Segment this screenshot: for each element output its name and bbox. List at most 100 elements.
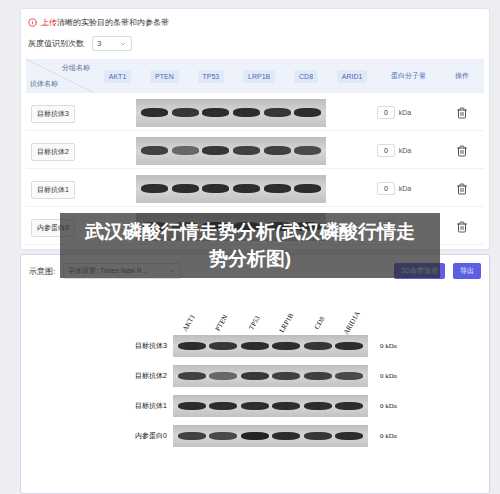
blot-band: [209, 372, 237, 380]
blot-lane: [176, 372, 208, 380]
preview-row: 目标抗体10 kDa: [117, 395, 397, 417]
blot-band: [209, 432, 237, 440]
blot-band: [272, 402, 300, 410]
blot-image: [173, 395, 368, 417]
blot-lane: [170, 108, 201, 117]
blot-band: [241, 432, 269, 440]
lane-label: LRP1B: [278, 312, 295, 334]
blot-image: [136, 99, 326, 127]
preview-panel: 示意图:字体设置: Times New R...3D条带预览导出AKT1PTEN…: [20, 254, 490, 494]
blot-image: [173, 335, 368, 357]
blot-band: [233, 108, 260, 117]
blot-lane: [271, 372, 303, 380]
trash-icon[interactable]: [456, 107, 468, 119]
blot-band: [294, 108, 321, 117]
blot-image: [136, 137, 326, 165]
blot-lane: [239, 402, 271, 410]
mass-input[interactable]: 0: [377, 106, 395, 119]
blot-band: [335, 432, 363, 440]
blot-band: [178, 372, 206, 380]
blot-band: [172, 184, 199, 193]
corner-cell: 分组名称抗体名称: [26, 59, 94, 93]
lane-header: CD8: [294, 70, 318, 83]
blot-band: [241, 372, 269, 380]
trash-icon[interactable]: [456, 221, 468, 233]
blot-lane: [176, 342, 208, 350]
blot-lane: [302, 372, 334, 380]
lane-label: TP53: [247, 314, 262, 331]
blot-lane: [176, 402, 208, 410]
blot-lane: [302, 342, 334, 350]
blot-band: [141, 146, 168, 155]
blot-lane: [231, 146, 262, 155]
lane-headers: AKT1PTENTP53LRP1BCD8ARID1: [94, 70, 376, 83]
blot-band: [141, 108, 168, 117]
preview-row-name: 目标抗体3: [117, 341, 167, 351]
blot-lane: [293, 146, 324, 155]
preview-row-name: 目标抗体1: [117, 401, 167, 411]
preview-row-name: 目标抗体2: [117, 371, 167, 381]
antibody-name[interactable]: 目标抗体1: [31, 181, 75, 199]
blot-band: [264, 184, 291, 193]
blot-band: [304, 402, 332, 410]
lane-header: LRP1B: [243, 70, 275, 83]
trash-icon[interactable]: [456, 183, 468, 195]
blot-lane: [334, 342, 366, 350]
preview-row: 目标抗体2 0 kDa: [117, 365, 397, 387]
blot-image: [136, 175, 326, 203]
blot-lane: [262, 108, 293, 117]
blot-preview: AKT1PTENTP53LRP1BCD8ARID1A目标抗体30 kDa目标抗体…: [29, 293, 481, 447]
trash-icon[interactable]: [456, 145, 468, 157]
repeat-select[interactable]: 3: [92, 36, 132, 51]
blot-lane: [176, 432, 208, 440]
blot-lane: [271, 432, 303, 440]
toolbar-button[interactable]: 导出: [453, 263, 481, 279]
mass-cell: 0kDa: [377, 144, 440, 157]
blot-lane: [139, 108, 170, 117]
lane-label: PTEN: [214, 313, 230, 332]
blot-lane: [170, 146, 201, 155]
antibody-name[interactable]: 目标抗体2: [31, 143, 75, 161]
mass-header: 蛋白分子量: [377, 71, 440, 81]
lane-header: ARID1: [337, 70, 368, 83]
lane-label: ARID1A: [342, 310, 362, 336]
blot-lane: [139, 184, 170, 193]
blot-lane: [208, 402, 240, 410]
blot-lane: [334, 402, 366, 410]
lane-header: PTEN: [150, 70, 179, 83]
blot-image: [173, 365, 368, 387]
blot-band: [141, 184, 168, 193]
antibody-name[interactable]: 目标抗体3: [31, 105, 75, 123]
lane-label: CD8: [312, 315, 326, 330]
mass-input[interactable]: 0: [377, 144, 395, 157]
preview-row: 目标抗体30 kDa: [117, 335, 397, 357]
mass-input[interactable]: 0: [377, 182, 395, 195]
action-header: 操作: [440, 71, 484, 81]
blot-band: [304, 372, 332, 380]
blot-band: [202, 184, 229, 193]
blot-band: [294, 184, 321, 193]
lane-label: AKT1: [181, 313, 197, 332]
blot-lane: [239, 342, 271, 350]
mass-cell: 0kDa: [377, 106, 440, 119]
blot-band: [202, 146, 229, 155]
blot-lane: [201, 108, 232, 117]
blot-lane: [208, 432, 240, 440]
blot-band: [233, 146, 260, 155]
blot-band: [264, 146, 291, 155]
blot-lane: [208, 372, 240, 380]
preview-lanes: AKT1PTENTP53LRP1BCD8ARID1A: [173, 293, 368, 327]
blot-band: [304, 342, 332, 350]
table-row: 目标抗体10kDa: [26, 171, 484, 207]
blot-lane: [139, 146, 170, 155]
blot-band: [335, 342, 363, 350]
blot-band: [335, 402, 363, 410]
blot-band: [178, 342, 206, 350]
blot-band: [202, 108, 229, 117]
blot-lane: [271, 402, 303, 410]
blot-band: [172, 146, 199, 155]
blot-band: [264, 108, 291, 117]
preview-mass: 0 kDa: [374, 372, 397, 380]
blot-lane: [262, 184, 293, 193]
lane-header: TP53: [198, 70, 225, 83]
